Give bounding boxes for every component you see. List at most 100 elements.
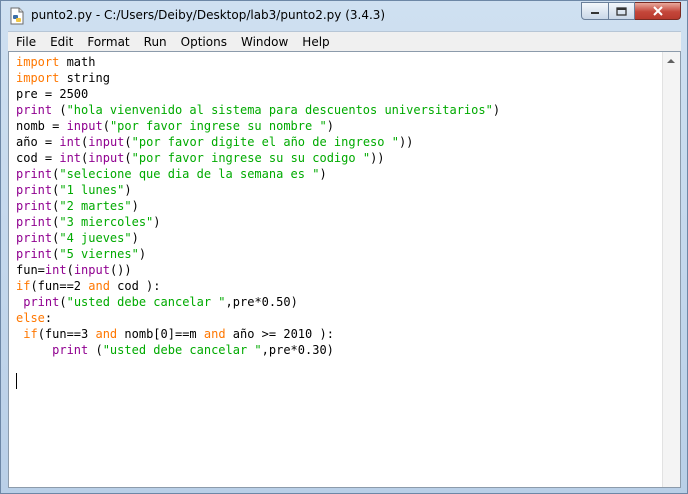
builtin-token: int	[59, 151, 82, 165]
code-line[interactable]: print("4 jueves")	[16, 230, 500, 246]
code-token: (	[124, 151, 132, 165]
code-line[interactable]: pre = 2500	[16, 86, 500, 102]
string-token: "4 jueves"	[59, 231, 132, 245]
window-controls	[581, 2, 681, 22]
code-token: (	[59, 295, 67, 309]
code-line[interactable]: print ("hola vienvenido al sistema para …	[16, 102, 500, 118]
window-title: punto2.py - C:/Users/Deiby/Desktop/lab3/…	[31, 8, 386, 22]
code-line[interactable]: fun=int(input())	[16, 262, 500, 278]
code-line[interactable]: año = int(input("por favor digite el año…	[16, 134, 500, 150]
menu-edit[interactable]: Edit	[44, 35, 79, 49]
builtin-token: int	[44, 263, 67, 277]
keyword-token: import	[16, 71, 60, 85]
string-token: "por favor digite el año de ingreso "	[131, 135, 399, 149]
minimize-icon	[591, 12, 599, 14]
menu-file[interactable]: File	[10, 35, 42, 49]
code-line[interactable]: if(fun==2 and cod ):	[16, 278, 500, 294]
code-line[interactable]: print("3 miercoles")	[16, 214, 500, 230]
title-bar[interactable]: punto2.py - C:/Users/Deiby/Desktop/lab3/…	[1, 1, 687, 31]
menu-window[interactable]: Window	[235, 35, 294, 49]
maximize-button[interactable]	[609, 2, 635, 20]
code-line[interactable]: print("selecione que dia de la semana es…	[16, 166, 500, 182]
keyword-token: and	[203, 327, 226, 341]
code-line[interactable]	[16, 358, 500, 374]
code-text[interactable]: import math import string pre = 2500 print …	[16, 54, 500, 374]
menu-help[interactable]: Help	[296, 35, 335, 49]
code-token: )	[131, 231, 139, 245]
code-token: :	[44, 311, 53, 325]
code-line[interactable]: nomb = input("por favor ingrese su nombr…	[16, 118, 500, 134]
code-line[interactable]: print("1 lunes")	[16, 182, 500, 198]
string-token: "usted debe cancelar "	[102, 343, 262, 357]
string-token: "5 viernes"	[59, 247, 139, 261]
code-token: )	[326, 119, 334, 133]
string-token: "3 miercoles"	[59, 215, 154, 229]
builtin-token: input	[88, 151, 125, 165]
menu-run[interactable]: Run	[138, 35, 173, 49]
menu-options[interactable]: Options	[175, 35, 233, 49]
menu-format[interactable]: Format	[81, 35, 135, 49]
close-button[interactable]	[635, 2, 681, 20]
string-token: "por favor ingrese su su codigo "	[131, 151, 371, 165]
code-token: math	[59, 55, 96, 69]
string-token: "usted debe cancelar "	[66, 295, 226, 309]
builtin-token: print	[52, 343, 89, 357]
code-token: )	[153, 215, 161, 229]
minimize-button[interactable]	[581, 2, 609, 20]
builtin-token: print	[23, 295, 60, 309]
code-line[interactable]: print("usted debe cancelar ",pre*0.50)	[16, 294, 500, 310]
code-token: cod =	[16, 151, 60, 165]
code-token: nomb[0]==m	[117, 327, 204, 341]
code-line[interactable]: print("5 viernes")	[16, 246, 500, 262]
code-line[interactable]: cod = int(input("por favor ingrese su su…	[16, 150, 500, 166]
builtin-token: input	[66, 119, 103, 133]
builtin-token: print	[16, 167, 53, 181]
builtin-token: input	[88, 135, 125, 149]
vertical-scrollbar[interactable]	[662, 52, 680, 487]
code-token: cod ):	[109, 279, 161, 293]
builtin-token: print	[16, 103, 53, 117]
builtin-token: int	[59, 135, 82, 149]
keyword-token: else	[16, 311, 45, 325]
code-token: ,pre*0.50)	[225, 295, 298, 309]
code-line[interactable]: else:	[16, 310, 500, 326]
builtin-token: print	[16, 231, 53, 245]
code-token: pre = 2500	[16, 87, 89, 101]
code-token: año =	[16, 135, 60, 149]
code-token: )	[492, 103, 501, 117]
code-token: (	[124, 135, 132, 149]
close-icon	[652, 6, 663, 16]
code-line[interactable]: print("2 martes")	[16, 198, 500, 214]
code-line[interactable]: if(fun==3 and nomb[0]==m and año >= 2010…	[16, 326, 500, 342]
code-line[interactable]: import math	[16, 54, 500, 70]
code-token: string	[59, 71, 110, 85]
code-token: (	[102, 119, 110, 133]
menu-bar: File Edit Format Run Options Window Help	[8, 31, 681, 51]
code-token: ,pre*0.30)	[261, 343, 334, 357]
code-token: (	[88, 343, 103, 357]
code-token: año >= 2010 ):	[225, 327, 334, 341]
string-token: "hola vienvenido al sistema para descuen…	[66, 103, 493, 117]
code-token: (	[66, 263, 74, 277]
code-token: ())	[109, 263, 132, 277]
code-token: (fun==2	[30, 279, 89, 293]
code-line[interactable]: import string	[16, 70, 500, 86]
builtin-token: print	[16, 247, 53, 261]
code-line[interactable]: print ("usted debe cancelar ",pre*0.30)	[16, 342, 500, 358]
keyword-token: import	[16, 55, 60, 69]
code-token: (fun==3	[37, 327, 96, 341]
code-token: nomb =	[16, 119, 67, 133]
keyword-token: and	[95, 327, 118, 341]
keyword-token: if	[23, 327, 38, 341]
code-token: )	[138, 247, 147, 261]
string-token: "selecione que dia de la semana es "	[59, 167, 320, 181]
code-token: )	[124, 183, 132, 197]
code-token: )	[319, 167, 327, 181]
builtin-token: print	[16, 183, 53, 197]
code-token: fun=	[16, 263, 45, 277]
keyword-token: if	[16, 279, 31, 293]
scroll-up-button[interactable]	[663, 52, 679, 69]
code-editor[interactable]: import math import string pre = 2500 print …	[8, 51, 681, 488]
code-token: )	[131, 199, 139, 213]
